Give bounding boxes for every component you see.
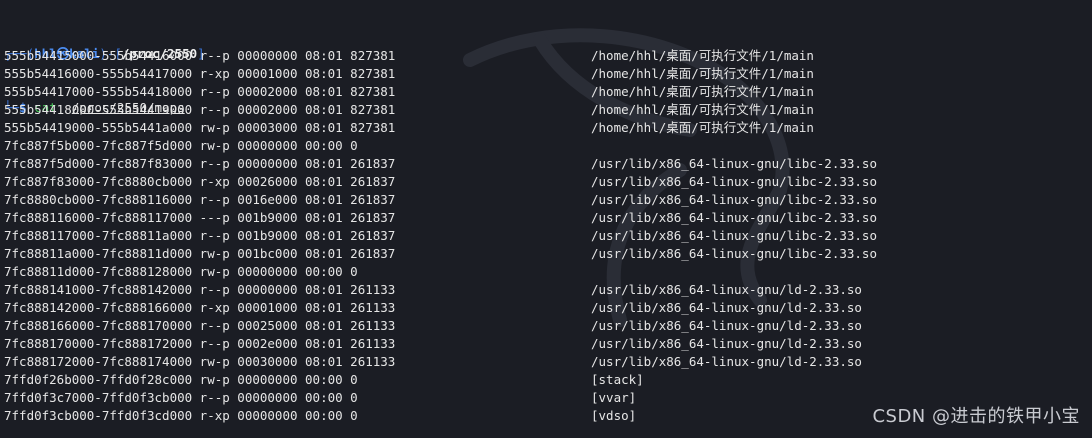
maps-row-fields: 7fc888116000-7fc888117000 ---p 001b9000 … xyxy=(4,210,396,225)
maps-row-fields: 555b54417000-555b54418000 r--p 00002000 … xyxy=(4,84,396,99)
maps-row-path: /usr/lib/x86_64-linux-gnu/libc-2.33.so xyxy=(591,156,877,171)
maps-row-fields: 555b54416000-555b54417000 r-xp 00001000 … xyxy=(4,66,396,81)
maps-row-path: /usr/lib/x86_64-linux-gnu/libc-2.33.so xyxy=(591,174,877,189)
maps-row-path: /home/hhl/桌面/可执行文件/1/main xyxy=(591,66,814,81)
maps-row-fields: 7fc888170000-7fc888172000 r--p 0002e000 … xyxy=(4,336,396,351)
terminal-window[interactable]: ┌──(hhl㉿kali)-[/proc/2550] └─$ cat /proc… xyxy=(0,0,1092,438)
maps-row-path: /usr/lib/x86_64-linux-gnu/ld-2.33.so xyxy=(591,300,862,315)
maps-row-fields: 7ffd0f3c7000-7ffd0f3cb000 r--p 00000000 … xyxy=(4,390,358,405)
maps-row-fields: 7fc887f5d000-7fc887f83000 r--p 00000000 … xyxy=(4,156,396,171)
maps-row-path: /home/hhl/桌面/可执行文件/1/main xyxy=(591,120,814,135)
maps-row-fields: 7ffd0f3cb000-7ffd0f3cd000 r-xp 00000000 … xyxy=(4,408,358,423)
maps-row-fields: 7fc887f5b000-7fc887f5d000 rw-p 00000000 … xyxy=(4,138,358,153)
maps-row-fields: 7fc888166000-7fc888170000 r--p 00025000 … xyxy=(4,318,396,333)
maps-row-path: /home/hhl/桌面/可执行文件/1/main xyxy=(591,48,814,63)
maps-row-fields: 7fc88811d000-7fc888128000 rw-p 00000000 … xyxy=(4,264,358,279)
maps-row-path: /usr/lib/x86_64-linux-gnu/ld-2.33.so xyxy=(591,336,862,351)
maps-row-path: [vvar] xyxy=(591,390,637,405)
maps-row-path: /usr/lib/x86_64-linux-gnu/libc-2.33.so xyxy=(591,210,877,225)
maps-row-path: /home/hhl/桌面/可执行文件/1/main xyxy=(591,102,814,117)
maps-row-fields: 7fc888172000-7fc888174000 rw-p 00030000 … xyxy=(4,354,396,369)
maps-row-fields: 7fc88811a000-7fc88811d000 rw-p 001bc000 … xyxy=(4,246,396,261)
maps-row-path: [stack] xyxy=(591,372,644,387)
maps-row-fields: 7fc888117000-7fc88811a000 r--p 001b9000 … xyxy=(4,228,396,243)
maps-row-path: [vdso] xyxy=(591,408,637,423)
watermark-credit: CSDN @进击的铁甲小宝 xyxy=(872,406,1080,427)
maps-row-path: /home/hhl/桌面/可执行文件/1/main xyxy=(591,84,814,99)
maps-row-path: /usr/lib/x86_64-linux-gnu/ld-2.33.so xyxy=(591,318,862,333)
maps-row-path: /usr/lib/x86_64-linux-gnu/libc-2.33.so xyxy=(591,192,877,207)
maps-row-path: /usr/lib/x86_64-linux-gnu/libc-2.33.so xyxy=(591,246,877,261)
maps-row-path: /usr/lib/x86_64-linux-gnu/ld-2.33.so xyxy=(591,354,862,369)
maps-row-path: /usr/lib/x86_64-linux-gnu/ld-2.33.so xyxy=(591,282,862,297)
maps-row-fields: 555b54415000-555b54416000 r--p 00000000 … xyxy=(4,48,396,63)
maps-row-fields: 7ffd0f26b000-7ffd0f28c000 rw-p 00000000 … xyxy=(4,372,358,387)
maps-row-fields: 555b54418000-555b54419000 r--p 00002000 … xyxy=(4,102,396,117)
maps-row-fields: 7fc888142000-7fc888166000 r-xp 00001000 … xyxy=(4,300,396,315)
maps-row-fields: 555b54419000-555b5441a000 rw-p 00003000 … xyxy=(4,120,396,135)
maps-row-fields: 7fc888141000-7fc888142000 r--p 00000000 … xyxy=(4,282,396,297)
maps-row-fields: 7fc8880cb000-7fc888116000 r--p 0016e000 … xyxy=(4,192,396,207)
maps-row-path: /usr/lib/x86_64-linux-gnu/libc-2.33.so xyxy=(591,228,877,243)
maps-row-fields: 7fc887f83000-7fc8880cb000 r-xp 00026000 … xyxy=(4,174,396,189)
